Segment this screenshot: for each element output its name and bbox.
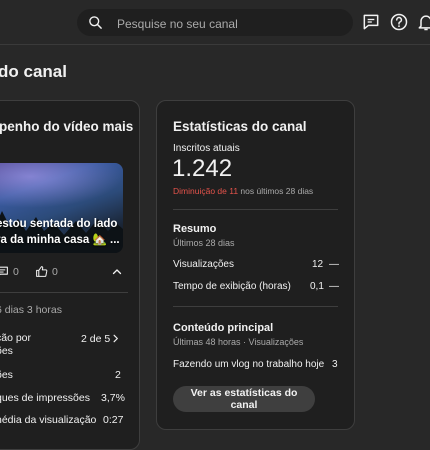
summary-period: Últimos 28 dias	[173, 238, 235, 248]
subscribers-label: Inscritos atuais	[173, 143, 240, 154]
summary-title: Resumo	[173, 223, 217, 235]
ctr-value: 3,7%	[101, 392, 125, 404]
ranking-value: 2 de 5	[81, 333, 111, 345]
impressions-label: ões	[0, 369, 13, 381]
search-input[interactable]	[115, 13, 339, 34]
chevron-up-icon[interactable]	[111, 266, 123, 278]
avg-view-duration-value: 0:27	[103, 414, 124, 426]
help-icon[interactable]	[389, 12, 409, 32]
comment-count: 0	[13, 266, 19, 278]
ctr-label: ques de impressões	[0, 392, 90, 404]
watch-time-label: Tempo de exibição (horas)	[173, 281, 291, 292]
comment-icon	[0, 266, 8, 276]
top-content-period: Últimas 48 horas · Visualizações	[173, 337, 304, 347]
watch-time-trend: —	[329, 281, 339, 292]
views-label: Visualizações	[173, 259, 234, 270]
stats-divider-2	[173, 306, 338, 307]
chevron-right-icon[interactable]	[110, 333, 121, 344]
thumbnail-glow	[0, 163, 123, 208]
top-content-item-value: 3	[332, 359, 338, 370]
top-content-item-label[interactable]: Fazendo um vlog no trabalho hoje	[173, 359, 324, 370]
like-count: 0	[52, 266, 58, 278]
subscribers-change-amount: Diminuição de 11	[173, 186, 239, 196]
page-title: do canal	[0, 62, 67, 81]
views-value: 12	[312, 259, 324, 270]
video-performance-title: penho do vídeo mais	[0, 119, 134, 134]
watch-time-value: 0,1	[310, 281, 324, 292]
header-divider	[0, 44, 430, 45]
create-feedback-icon[interactable]	[361, 12, 381, 32]
ranking-label: ção por ões	[0, 332, 31, 358]
video-title[interactable]: estou sentada do lado ra da minha casa 🏡…	[0, 216, 121, 248]
search-box[interactable]	[77, 9, 353, 36]
impressions-value: 2	[115, 369, 121, 381]
channel-stats-title: Estatísticas do canal	[173, 119, 307, 134]
stats-divider-1	[173, 209, 338, 210]
search-icon[interactable]	[88, 15, 103, 30]
subscribers-value: 1.242	[172, 155, 233, 182]
ranking-label-line-2: ões	[0, 345, 13, 357]
subscribers-change-period: nos últimos 28 dias	[240, 186, 314, 196]
view-channel-stats-button[interactable]: Ver as estatísticas do canal	[173, 386, 315, 412]
subscribers-change: Diminuição de 11 nos últimos 28 dias	[173, 186, 313, 196]
notifications-bell-icon[interactable]	[416, 12, 430, 32]
like-icon	[36, 266, 48, 277]
video-title-line-2: ra da minha casa 🏡 ...	[0, 234, 120, 246]
ranking-label-line-1: ção por	[0, 332, 32, 344]
left-card-divider	[0, 292, 128, 293]
views-trend: —	[329, 259, 339, 270]
avg-view-duration-label: nédia da visualização	[0, 414, 97, 426]
video-title-line-1: estou sentada do lado	[0, 218, 118, 230]
top-content-title: Conteúdo principal	[173, 322, 274, 334]
time-since-publish: 6 dias 3 horas	[0, 304, 62, 316]
top-bar	[0, 0, 430, 44]
